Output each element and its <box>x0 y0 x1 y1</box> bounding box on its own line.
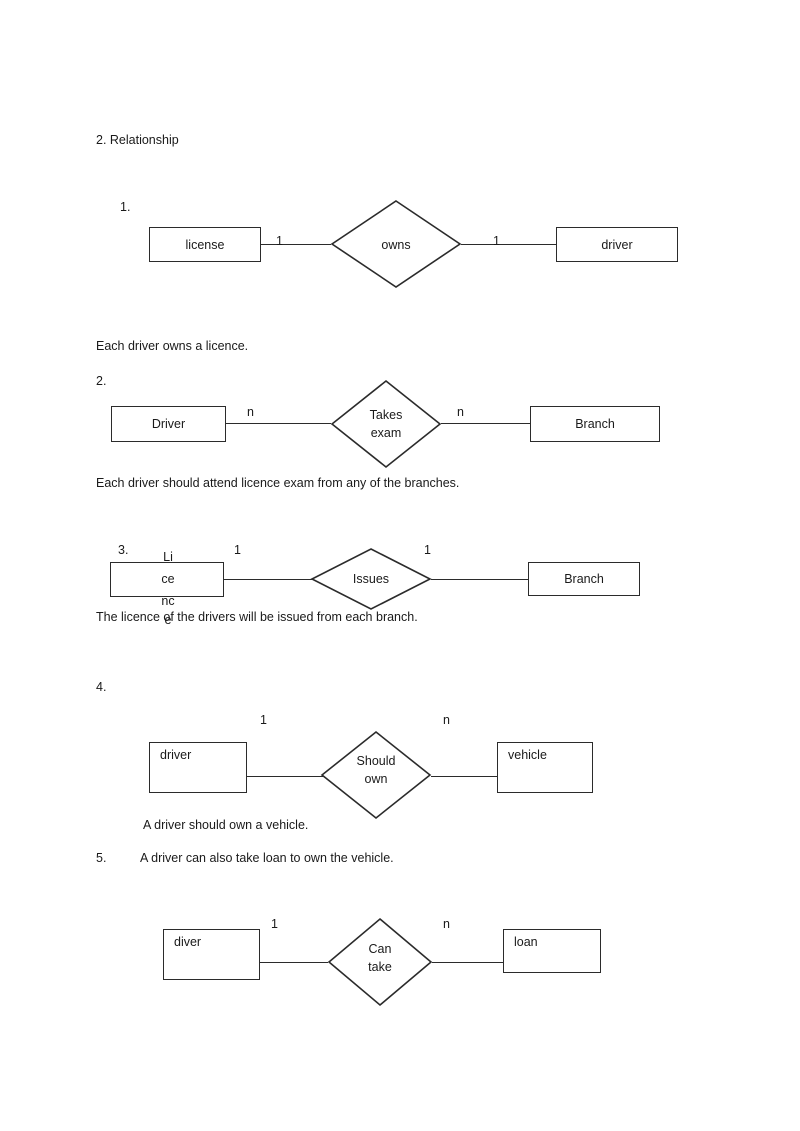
entity-licence-3-fragment-2: ce <box>161 572 175 586</box>
relationship-should-own[interactable]: Should own <box>320 730 432 820</box>
diagram-2-caption: Each driver should attend licence exam f… <box>96 476 460 490</box>
relationship-takes-exam[interactable]: Takes exam <box>330 379 442 469</box>
connector-left-4 <box>247 776 331 777</box>
entity-driver-4[interactable]: driver <box>149 742 247 793</box>
diagram-5-number: 5. <box>96 851 107 865</box>
cardinality-right-5: n <box>443 917 450 931</box>
diagram-3-number: 3. <box>118 543 129 557</box>
diagram-3-caption: The licence of the drivers will be issue… <box>96 610 418 624</box>
entity-loan-5[interactable]: loan <box>503 929 601 973</box>
cardinality-right-4: n <box>443 713 450 727</box>
connector-left-5 <box>260 962 328 963</box>
entity-vehicle-4-label: vehicle <box>508 748 547 762</box>
entity-licence-3-fragment-1: Li <box>163 550 173 564</box>
cardinality-left-2: n <box>247 405 254 419</box>
entity-driver-4-label: driver <box>160 748 192 762</box>
cardinality-left-3: 1 <box>234 543 241 557</box>
entity-branch-3[interactable]: Branch <box>528 562 640 596</box>
diagram-4-number: 4. <box>96 680 107 694</box>
connector-right-2 <box>441 423 530 424</box>
entity-diver-5-label: diver <box>174 935 202 949</box>
entity-diver-5[interactable]: diver <box>163 929 260 980</box>
entity-license-label: license <box>185 237 225 252</box>
connector-right-1 <box>461 244 556 245</box>
entity-loan-5-label: loan <box>514 935 538 949</box>
entity-branch-2[interactable]: Branch <box>530 406 660 442</box>
cardinality-left-4: 1 <box>260 713 267 727</box>
connector-right-4 <box>431 776 497 777</box>
relationship-issues[interactable]: Issues <box>310 548 432 610</box>
entity-driver-2-label: Driver <box>151 417 186 431</box>
entity-driver-1[interactable]: driver <box>556 227 678 262</box>
entity-licence-3-fragment-3: nc <box>161 594 175 608</box>
document-page: 2. Relationship 1. license 1 owns 1 driv… <box>0 0 800 1131</box>
entity-driver-1-label: driver <box>601 237 633 252</box>
cardinality-left-1: 1 <box>276 234 283 248</box>
connector-right-3 <box>431 579 528 580</box>
cardinality-right-1: 1 <box>493 234 500 248</box>
entity-branch-3-label: Branch <box>564 572 604 586</box>
relationship-can-take[interactable]: Can take <box>327 917 433 1007</box>
diagram-5-intro: A driver can also take loan to own the v… <box>140 851 394 865</box>
diagram-2-number: 2. <box>96 374 107 388</box>
connector-left-2 <box>226 423 331 424</box>
diagram-4-caption: A driver should own a vehicle. <box>143 818 309 832</box>
entity-branch-2-label: Branch <box>575 417 615 431</box>
diagram-1-caption: Each driver owns a licence. <box>96 339 249 353</box>
cardinality-right-2: n <box>457 405 464 419</box>
connector-left-1 <box>261 244 331 245</box>
cardinality-left-5: 1 <box>271 917 278 931</box>
page-title: 2. Relationship <box>96 133 179 147</box>
diagram-1-number: 1. <box>120 200 131 214</box>
relationship-owns[interactable]: owns <box>330 200 462 288</box>
entity-driver-2[interactable]: Driver <box>111 406 226 442</box>
cardinality-right-3: 1 <box>424 543 431 557</box>
connector-right-5 <box>432 962 503 963</box>
entity-license[interactable]: license <box>149 227 261 262</box>
entity-vehicle-4[interactable]: vehicle <box>497 742 593 793</box>
